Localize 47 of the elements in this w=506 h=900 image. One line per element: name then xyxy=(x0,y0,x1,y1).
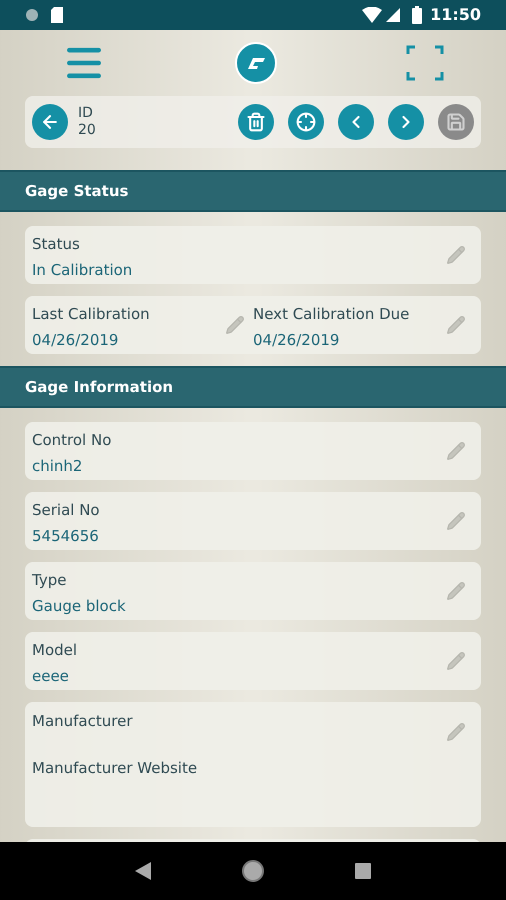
field-label: Manufacturer xyxy=(32,711,134,732)
edit-icon[interactable] xyxy=(446,722,466,742)
app-logo-icon xyxy=(235,42,277,84)
back-button[interactable] xyxy=(32,104,68,140)
field-label: Model xyxy=(32,640,78,660)
id-value: 20 xyxy=(78,122,96,140)
clock: 11:50 xyxy=(430,4,481,26)
fullscreen-icon[interactable] xyxy=(406,45,444,81)
edit-icon[interactable] xyxy=(446,511,466,531)
field-value: chinh2 xyxy=(32,456,84,477)
arrow-left-icon xyxy=(40,112,60,132)
locate-button[interactable] xyxy=(288,104,324,140)
field-value: 04/26/2019 xyxy=(32,330,120,351)
wifi-icon xyxy=(362,7,382,23)
next-button[interactable] xyxy=(388,104,424,140)
locate-icon xyxy=(296,112,316,132)
edit-icon[interactable] xyxy=(446,441,466,461)
field-value: Gauge block xyxy=(32,596,127,617)
field-value: 04/26/2019 xyxy=(253,330,340,351)
field-value: eeee xyxy=(32,666,70,687)
field-value: 5454656 xyxy=(32,526,100,547)
home-icon[interactable] xyxy=(241,859,265,883)
field-label: Control No xyxy=(32,430,112,450)
edit-icon[interactable] xyxy=(446,315,466,335)
edit-icon[interactable] xyxy=(225,315,245,335)
notification-dot-icon xyxy=(25,8,39,22)
save-icon xyxy=(446,112,466,132)
section-header: Gage Status xyxy=(0,170,506,212)
edit-icon[interactable] xyxy=(446,581,466,601)
field-label: Next Calibration Due xyxy=(253,304,410,324)
id-label: ID xyxy=(78,104,94,122)
field-label: Type xyxy=(32,570,68,590)
edit-icon[interactable] xyxy=(446,651,466,671)
battery-icon xyxy=(412,6,422,24)
back-icon[interactable] xyxy=(135,862,151,880)
sd-card-icon xyxy=(51,7,63,23)
delete-button[interactable] xyxy=(238,104,274,140)
delete-icon xyxy=(246,112,266,132)
field-label: Last Calibration xyxy=(32,304,151,324)
field-label: Serial No xyxy=(32,500,101,520)
edit-icon[interactable] xyxy=(446,245,466,265)
field-value: In Calibration xyxy=(32,260,134,281)
field-label: Status xyxy=(32,234,81,254)
field-label: Manufacturer Website xyxy=(32,758,198,778)
previous-button[interactable] xyxy=(338,104,374,140)
signal-icon xyxy=(386,8,400,22)
section-header: Gage Information xyxy=(0,366,506,408)
